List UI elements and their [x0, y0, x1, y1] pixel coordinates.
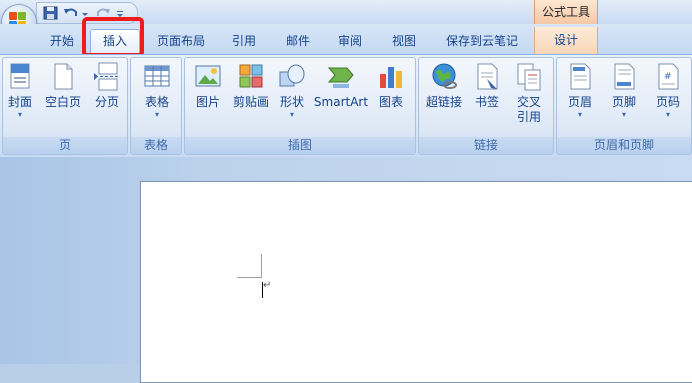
table-icon [143, 62, 171, 92]
undo-dropdown-icon[interactable] [81, 6, 89, 20]
clip-art-button[interactable]: 剪贴画 [229, 62, 273, 110]
tab-save-to-cloud-notes[interactable]: 保存到云笔记 [436, 30, 528, 52]
group-label-illustrations: 插图 [185, 137, 415, 154]
ribbon-tab-row: 开始 插入 页面布局 引用 邮件 审阅 视图 保存到云笔记 设计 [0, 24, 692, 54]
chevron-down-icon: ▾ [17, 110, 22, 119]
clip-art-label: 剪贴画 [232, 95, 269, 109]
tab-references[interactable]: 引用 [224, 30, 264, 52]
group-header-footer: 页眉 ▾ 页脚 ▾ # 页码 ▾ 页眉和页脚 [556, 57, 692, 155]
shapes-icon [278, 62, 306, 92]
document-page[interactable]: ↵ [140, 181, 692, 383]
tab-home[interactable]: 开始 [42, 30, 82, 52]
page-number-icon: # [654, 62, 682, 92]
redo-icon[interactable] [95, 6, 111, 20]
picture-icon [194, 62, 222, 92]
picture-button[interactable]: 图片 [189, 62, 227, 110]
page-break-icon [93, 62, 121, 92]
blank-page-icon [49, 62, 77, 92]
shapes-label: 形状 [279, 95, 304, 109]
page-number-button[interactable]: # 页码 ▾ [647, 62, 689, 120]
group-pages: 封面 ▾ 空白页 分页 页 [2, 57, 128, 155]
group-label-links: 链接 [419, 137, 553, 154]
svg-text:#: # [664, 72, 672, 82]
page-break-label: 分页 [94, 95, 119, 109]
picture-label: 图片 [195, 95, 220, 109]
chevron-down-icon: ▾ [665, 110, 670, 119]
cover-page-button[interactable]: 封面 ▾ [3, 62, 37, 120]
hyperlink-label: 超链接 [425, 95, 462, 109]
margin-marker-vertical [261, 254, 262, 278]
chevron-down-icon: ▾ [154, 110, 159, 119]
chart-icon [377, 62, 405, 92]
cross-reference-button[interactable]: 交叉 引用 [509, 62, 549, 125]
header-icon [566, 62, 594, 92]
cover-page-label: 封面 [7, 95, 32, 109]
cover-page-icon [6, 62, 34, 92]
document-area: ↵ [0, 157, 692, 383]
group-label-tables: 表格 [131, 137, 181, 154]
footer-button[interactable]: 页脚 ▾ [603, 62, 645, 120]
shapes-button[interactable]: 形状 ▾ [275, 62, 309, 120]
cross-reference-icon [515, 62, 543, 92]
footer-icon [610, 62, 638, 92]
smartart-icon [327, 62, 355, 92]
page-break-button[interactable]: 分页 [89, 62, 125, 110]
paragraph-mark-icon: ↵ [263, 280, 272, 291]
group-label-header-footer: 页眉和页脚 [557, 137, 691, 154]
group-links: 超链接 书签 交叉 引用 链接 [418, 57, 554, 155]
cross-reference-label-line1: 交叉 [516, 95, 541, 109]
chevron-down-icon: ▾ [621, 110, 626, 119]
group-tables: 表格 ▾ 表格 [130, 57, 182, 155]
chart-label: 图表 [378, 95, 403, 109]
bookmark-button[interactable]: 书签 [467, 62, 507, 110]
tab-mailings[interactable]: 邮件 [278, 30, 318, 52]
footer-label: 页脚 [611, 95, 636, 109]
quick-access-toolbar [36, 2, 138, 24]
hyperlink-button[interactable]: 超链接 [423, 62, 465, 110]
blank-page-label: 空白页 [44, 95, 81, 109]
customize-qat-icon[interactable] [115, 6, 125, 20]
save-icon[interactable] [43, 6, 59, 20]
title-bar: 公式工具 [0, 0, 692, 24]
chevron-down-icon: ▾ [577, 110, 582, 119]
table-button[interactable]: 表格 ▾ [137, 62, 177, 120]
tab-review[interactable]: 审阅 [330, 30, 370, 52]
group-label-pages: 页 [3, 137, 127, 154]
smartart-label: SmartArt [313, 95, 369, 109]
chart-button[interactable]: 图表 [371, 62, 411, 110]
bookmark-label: 书签 [474, 95, 499, 109]
margin-marker-horizontal [237, 277, 261, 278]
header-button[interactable]: 页眉 ▾ [559, 62, 601, 120]
tab-design[interactable]: 设计 [534, 27, 598, 54]
smartart-button[interactable]: SmartArt [313, 62, 369, 110]
group-illustrations: 图片 剪贴画 形状 ▾ SmartArt 图表 插图 [184, 57, 416, 155]
page-number-label: 页码 [655, 95, 680, 109]
tab-page-layout[interactable]: 页面布局 [150, 30, 212, 52]
hyperlink-icon [430, 62, 458, 92]
cross-reference-label-line2: 引用 [516, 110, 541, 124]
bookmark-icon [473, 62, 501, 92]
table-label: 表格 [144, 95, 169, 109]
ribbon: 封面 ▾ 空白页 分页 页 表格 ▾ 表格 图片 剪贴画 形状 ▾ SmartA… [0, 54, 692, 158]
header-label: 页眉 [567, 95, 592, 109]
tab-insert[interactable]: 插入 [90, 29, 140, 54]
tab-view[interactable]: 视图 [384, 30, 424, 52]
clip-art-icon [237, 62, 265, 92]
chevron-down-icon: ▾ [289, 110, 294, 119]
blank-page-button[interactable]: 空白页 [41, 62, 85, 110]
contextual-tool-header: 公式工具 [534, 0, 598, 24]
undo-icon[interactable] [63, 6, 79, 20]
